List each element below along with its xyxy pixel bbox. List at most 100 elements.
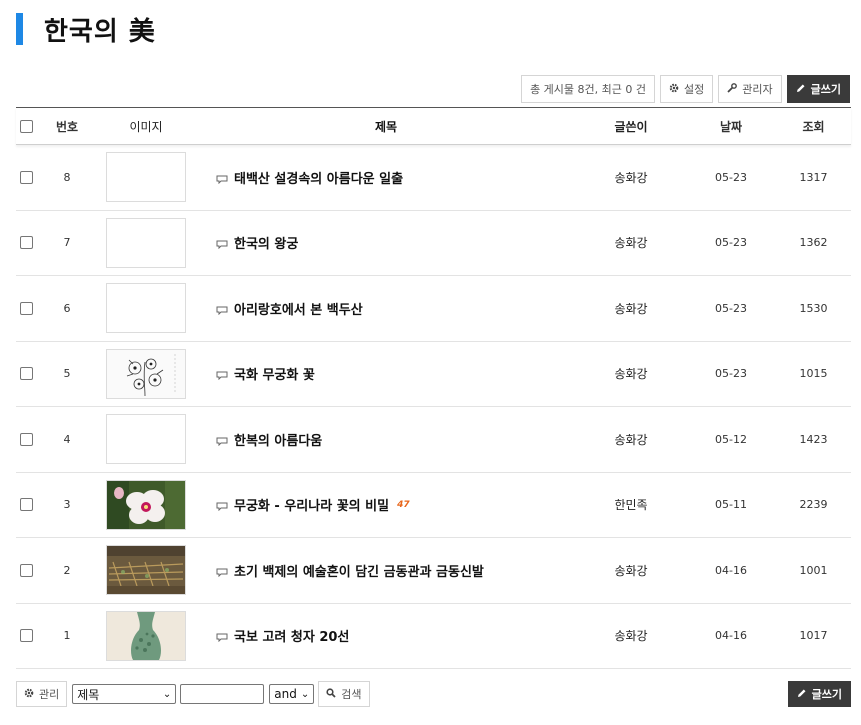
post-author[interactable]: 송화강 [576, 169, 686, 186]
magnifier-icon [326, 687, 336, 701]
speech-bubble-icon [216, 631, 228, 643]
row-select-cell [16, 301, 38, 315]
search-field-value: 제목 [77, 687, 100, 702]
speech-bubble-icon [216, 566, 228, 577]
manage-label: 관리 [39, 688, 60, 701]
row-select-cell [16, 236, 38, 250]
row-checkbox[interactable] [20, 629, 33, 643]
post-subject-link[interactable]: 한국의 왕궁 [234, 233, 298, 252]
row-checkbox[interactable] [20, 367, 33, 381]
subject-cell: 초기 백제의 예술혼이 담긴 금동관과 금동신발 [196, 561, 576, 580]
post-date: 05-23 [715, 367, 747, 381]
settings-button[interactable]: 설정 [660, 75, 714, 103]
post-thumbnail[interactable] [106, 283, 186, 334]
post-date: 05-23 [715, 236, 747, 250]
table-row: 2 초기 백제의 예술혼이 담긴 금동관과 금동신발 송화강 04-16 100… [16, 538, 851, 604]
post-subject-link[interactable]: 국보 고려 청자 20선 [234, 626, 349, 645]
post-number: 7 [63, 236, 71, 250]
row-checkbox[interactable] [20, 498, 33, 512]
post-date: 04-16 [715, 629, 747, 643]
header-number: 번호 [55, 119, 79, 134]
row-checkbox[interactable] [20, 301, 33, 315]
speech-bubble-icon [216, 173, 228, 184]
subject-cell: 한국의 왕궁 [196, 233, 576, 252]
row-checkbox[interactable] [20, 432, 33, 446]
post-date: 05-23 [715, 301, 747, 315]
post-author[interactable]: 송화강 [576, 562, 686, 579]
search-button[interactable]: 검색 [318, 681, 370, 707]
post-author[interactable]: 송화강 [576, 365, 686, 382]
thumbnail-cell [96, 414, 196, 465]
settings-label: 설정 [684, 83, 705, 96]
title-accent-bar [16, 13, 23, 45]
post-views: 1423 [799, 432, 828, 446]
post-subject-link[interactable]: 태백산 설경속의 아름다운 일출 [234, 168, 403, 187]
post-date: 05-12 [715, 432, 747, 446]
post-subject-link[interactable]: 한복의 아름다움 [234, 430, 322, 449]
manage-button[interactable]: 관리 [16, 681, 68, 707]
post-author[interactable]: 송화강 [576, 431, 686, 448]
post-date: 04-16 [715, 563, 747, 577]
thumbnail-cell [96, 152, 196, 203]
post-views: 1362 [799, 236, 828, 250]
thumbnail-cell [96, 283, 196, 334]
subject-cell: 국화 무궁화 꽃 [196, 364, 576, 383]
table-row: 5 국화 무궁화 꽃 송화강 05-23 1015 [16, 342, 851, 407]
post-thumbnail[interactable] [106, 348, 186, 399]
post-author[interactable]: 송화강 [576, 300, 686, 317]
table-row: 1 국보 고려 청자 20선 송화강 04-16 1017 [16, 604, 851, 669]
search-operator-select[interactable]: and ⌄ [269, 684, 315, 704]
admin-button[interactable]: 관리자 [718, 75, 782, 103]
write-label: 글쓰기 [810, 83, 841, 96]
row-select-cell [16, 170, 38, 184]
header-image: 이미지 [129, 119, 163, 134]
search-input[interactable] [180, 684, 265, 704]
thumbnail-cell [96, 217, 196, 268]
bottom-toolbar: 관리 제목 ⌄ and ⌄ 검색 글쓰기 [16, 681, 851, 707]
post-number: 4 [63, 432, 71, 446]
post-subject-link[interactable]: 초기 백제의 예술혼이 담긴 금동관과 금동신발 [234, 561, 484, 580]
post-thumbnail[interactable] [106, 217, 186, 268]
post-subject-link[interactable]: 무궁화 - 우리나라 꽃의 비밀 [234, 495, 389, 514]
row-checkbox[interactable] [20, 170, 33, 184]
post-thumbnail[interactable] [106, 479, 186, 530]
wrench-icon [727, 82, 738, 96]
post-subject-link[interactable]: 국화 무궁화 꽃 [234, 364, 315, 383]
select-all-cell [16, 119, 38, 133]
write-button-bottom[interactable]: 글쓰기 [787, 681, 851, 707]
post-author[interactable]: 한민족 [576, 496, 686, 513]
post-date: 05-23 [715, 170, 747, 184]
gear-icon [24, 688, 34, 701]
post-author[interactable]: 송화강 [576, 234, 686, 251]
row-select-cell [16, 629, 38, 643]
row-select-cell [16, 367, 38, 381]
search-label: 검색 [341, 688, 362, 701]
table-row: 8 태백산 설경속의 아름다운 일출 송화강 05-23 1317 [16, 145, 851, 211]
select-all-checkbox[interactable] [20, 119, 33, 133]
post-author[interactable]: 송화강 [576, 627, 686, 644]
row-checkbox[interactable] [20, 563, 33, 577]
subject-cell: 한복의 아름다움 [196, 430, 576, 449]
post-number: 5 [63, 367, 71, 381]
post-subject-link[interactable]: 아리랑호에서 본 백두산 [234, 299, 363, 318]
table-row: 3 무궁화 - 우리나라 꽃의 비밀 47 한민족 05-11 2239 [16, 473, 851, 538]
table-row: 4 한복의 아름다움 송화강 05-12 1423 [16, 407, 851, 473]
post-views: 1530 [799, 301, 828, 315]
post-thumbnail[interactable] [106, 152, 186, 203]
write-label: 글쓰기 [811, 688, 842, 701]
subject-cell: 태백산 설경속의 아름다운 일출 [196, 168, 576, 187]
top-toolbar: 총 게시물 8건, 최근 0 건 설정 관리자 글쓰기 [521, 75, 850, 103]
speech-bubble-icon [216, 238, 228, 250]
post-views: 1317 [799, 170, 828, 184]
header-subject: 제목 [374, 119, 398, 134]
row-checkbox[interactable] [20, 236, 33, 250]
search-field-select[interactable]: 제목 ⌄ [72, 684, 177, 704]
post-thumbnail[interactable] [106, 545, 186, 596]
header-views: 조회 [802, 119, 825, 134]
post-number: 1 [63, 629, 71, 643]
post-thumbnail[interactable] [106, 610, 186, 661]
post-thumbnail[interactable] [106, 414, 186, 465]
write-button-top[interactable]: 글쓰기 [786, 75, 850, 103]
post-views: 1001 [799, 563, 828, 577]
thumbnail-cell [96, 479, 196, 530]
